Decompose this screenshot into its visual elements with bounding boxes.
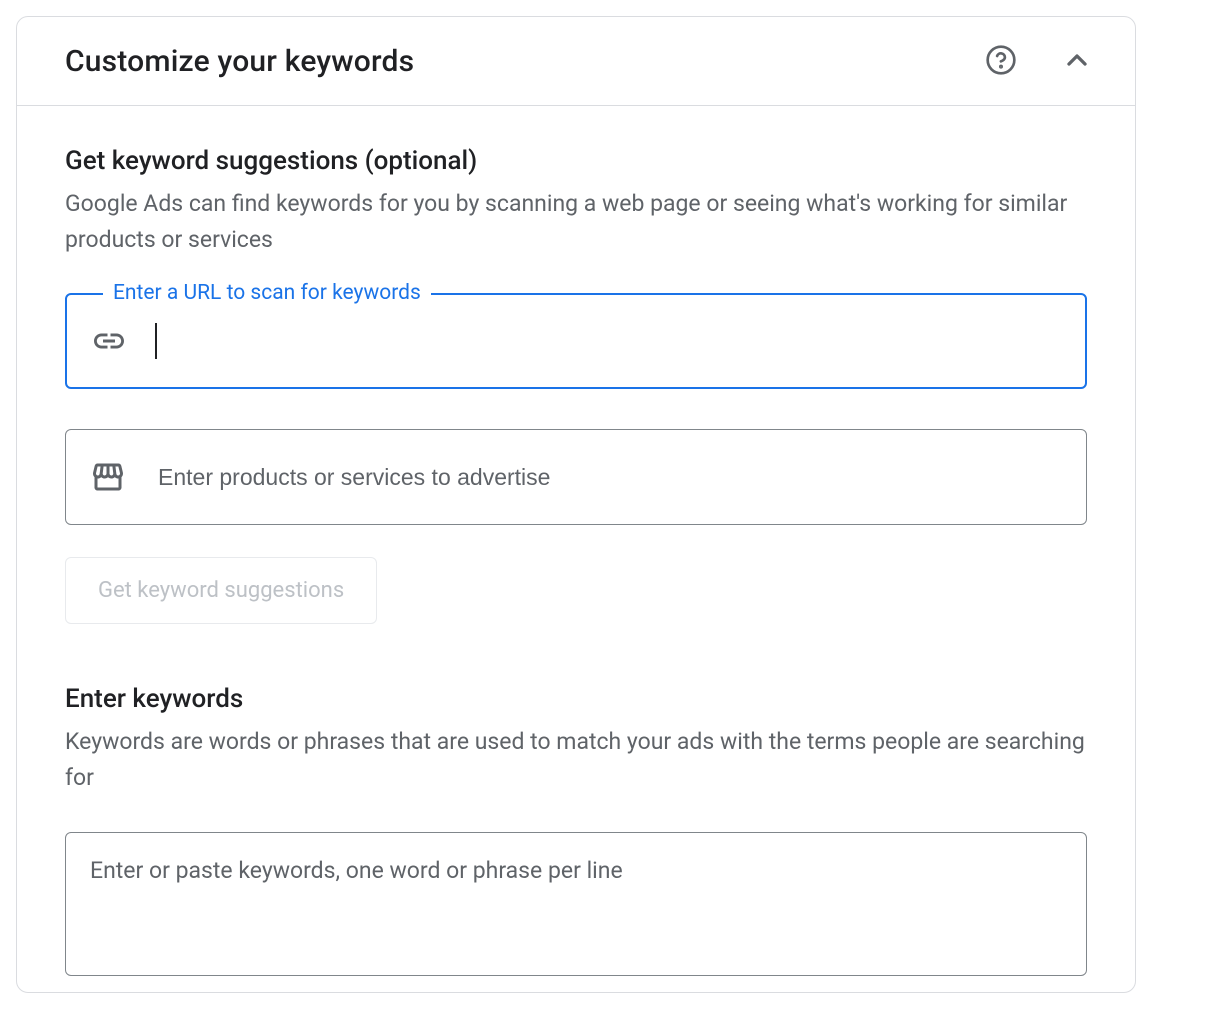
- customize-keywords-card: Customize your keywords: [16, 16, 1136, 993]
- card-body: Get keyword suggestions (optional) Googl…: [17, 106, 1135, 992]
- keywords-textarea-field[interactable]: [65, 832, 1087, 976]
- card-title: Customize your keywords: [65, 44, 414, 79]
- products-input[interactable]: [158, 430, 1062, 524]
- url-input-field[interactable]: Enter a URL to scan for keywords: [65, 293, 1087, 389]
- suggestions-description: Google Ads can find keywords for you by …: [65, 186, 1087, 257]
- help-icon: [985, 44, 1017, 79]
- card-header: Customize your keywords: [17, 17, 1135, 106]
- keywords-title: Enter keywords: [65, 684, 1087, 714]
- header-actions: [983, 43, 1095, 79]
- products-input-field[interactable]: [65, 429, 1087, 525]
- help-button[interactable]: [983, 43, 1019, 79]
- suggestions-title: Get keyword suggestions (optional): [65, 146, 1087, 176]
- chevron-up-icon: [1061, 44, 1093, 79]
- keywords-description: Keywords are words or phrases that are u…: [65, 724, 1087, 795]
- storefront-icon: [90, 459, 126, 495]
- collapse-button[interactable]: [1059, 43, 1095, 79]
- keywords-textarea[interactable]: [90, 857, 1062, 947]
- get-suggestions-button[interactable]: Get keyword suggestions: [65, 557, 377, 624]
